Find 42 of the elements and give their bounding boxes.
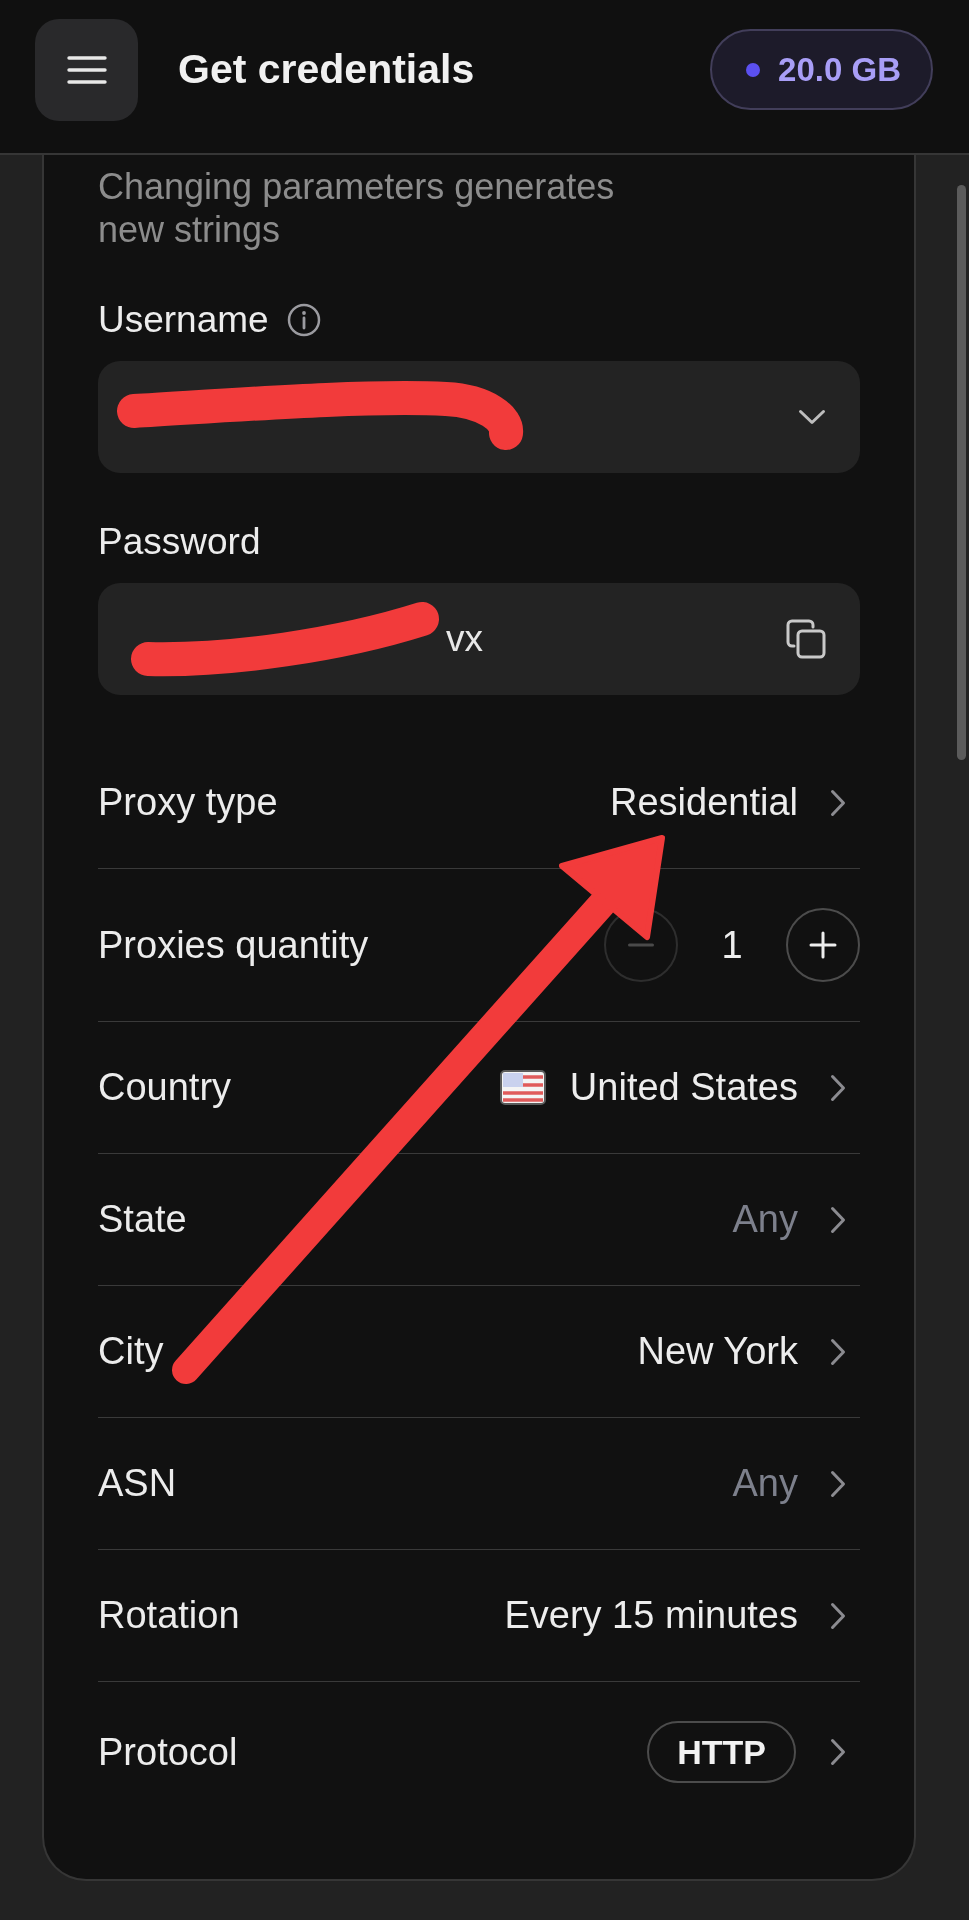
protocol-pill-button[interactable]: HTTP: [647, 1721, 796, 1783]
chevron-right-icon: [830, 1073, 846, 1102]
row-label: Proxy type: [98, 780, 278, 825]
field-value: vx: [446, 617, 483, 661]
menu-button[interactable]: [35, 18, 138, 121]
value-select[interactable]: Any: [732, 1457, 860, 1510]
balance-amount: 20.0 GB: [778, 53, 901, 86]
field-label: Password: [98, 520, 261, 564]
status-dot-icon: [746, 62, 761, 77]
copy-icon[interactable]: [786, 619, 826, 659]
increase-button[interactable]: [786, 908, 860, 982]
field-label: Username: [98, 298, 269, 342]
menu-icon: [66, 54, 107, 85]
chevron-right-icon: [830, 1601, 846, 1630]
value-select[interactable]: United States: [499, 1061, 860, 1114]
info-icon[interactable]: [286, 303, 321, 337]
row-label: Country: [98, 1065, 232, 1110]
value-select[interactable]: New York: [637, 1325, 860, 1378]
value-select[interactable]: Any: [732, 1193, 860, 1246]
row-label: City: [98, 1329, 164, 1374]
minus-icon: [628, 943, 654, 947]
row-label: State: [98, 1197, 187, 1242]
scrollbar-thumb[interactable]: [957, 185, 966, 760]
quantity-value: 1: [720, 922, 744, 968]
plus-icon: [809, 931, 837, 959]
value-select[interactable]: Every 15 minutes: [504, 1589, 860, 1642]
chevron-right-icon: [830, 1469, 846, 1498]
chevron-right-icon: [830, 1738, 846, 1766]
value-select[interactable]: Residential: [610, 776, 860, 829]
credential-field[interactable]: vx: [98, 583, 860, 695]
flag-icon: [499, 1070, 546, 1105]
row-label: Proxies quantity: [98, 922, 369, 968]
description-text: Changing parameters generates new strings: [98, 165, 616, 251]
row-label: Protocol: [98, 1729, 238, 1775]
chevron-right-icon: [830, 788, 846, 817]
chevron-right-icon: [830, 1205, 846, 1234]
credential-field[interactable]: [98, 361, 860, 473]
row-label: ASN: [98, 1461, 177, 1506]
row-label: Rotation: [98, 1593, 240, 1638]
chevron-down-icon[interactable]: [798, 409, 826, 425]
page-title: Get credentials: [178, 44, 475, 94]
chevron-right-icon: [830, 1337, 846, 1366]
